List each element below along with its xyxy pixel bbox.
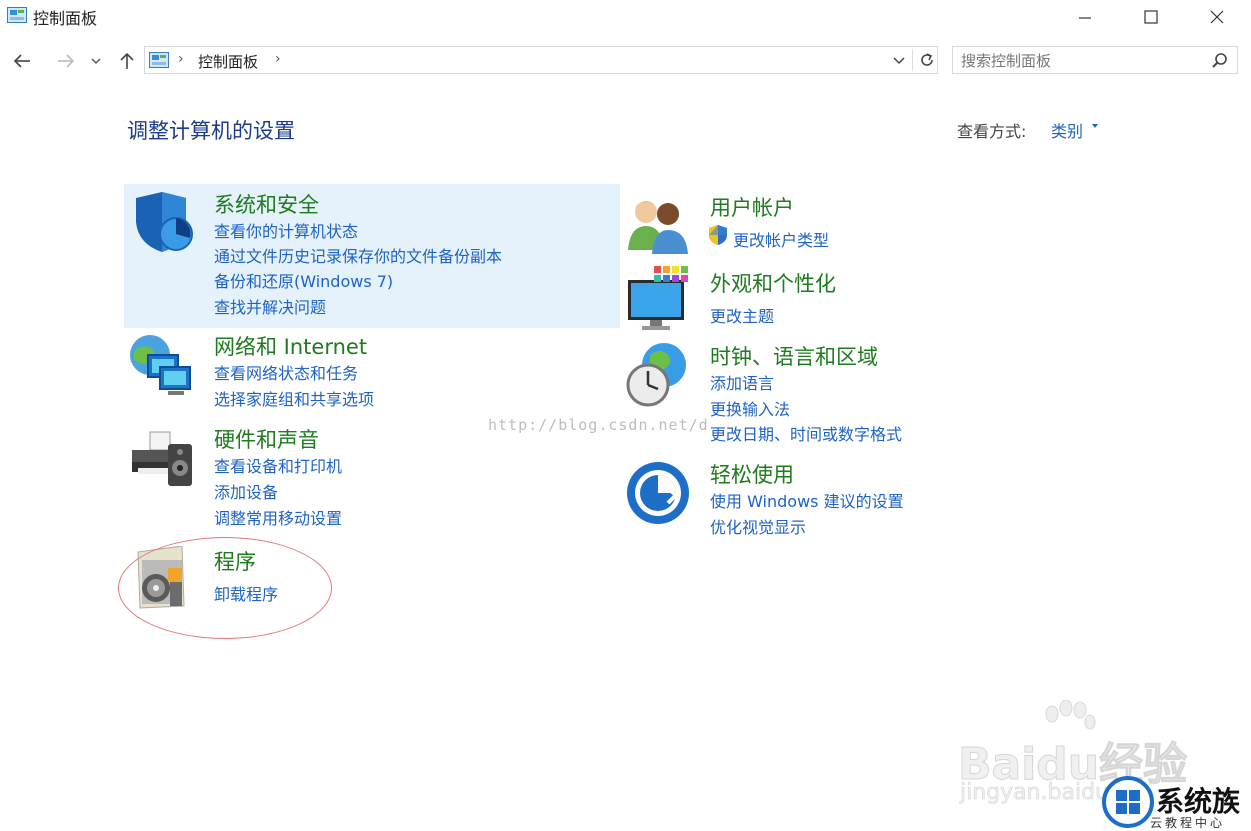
control-panel-icon (149, 52, 169, 68)
category-link[interactable]: 查看网络状态和任务 (214, 360, 358, 384)
category-link[interactable]: 更改帐户类型 (733, 227, 829, 251)
maximize-icon (1144, 10, 1158, 24)
minimize-button[interactable] (1052, 0, 1118, 34)
address-bar[interactable]: › 控制面板 › (144, 46, 938, 74)
category-link[interactable]: 添加语言 (710, 370, 774, 394)
breadcrumb-separator[interactable]: › (178, 51, 184, 67)
back-button[interactable] (10, 50, 34, 72)
category-title[interactable]: 系统和安全 (214, 189, 319, 219)
view-by-label: 查看方式: (957, 122, 1027, 141)
chevron-down-icon[interactable] (893, 56, 905, 65)
category-title[interactable]: 用户帐户 (710, 192, 794, 222)
minimize-icon (1079, 17, 1091, 19)
display-palette-icon[interactable] (624, 266, 692, 334)
category-link[interactable]: 备份和还原(Windows 7) (214, 268, 393, 292)
window-title: 控制面板 (33, 9, 98, 28)
category-link[interactable]: 选择家庭组和共享选项 (214, 386, 374, 410)
category-link[interactable]: 添加设备 (214, 479, 278, 503)
windows-logo-icon (1102, 776, 1154, 828)
users-icon[interactable] (624, 192, 692, 260)
ease-of-access-icon[interactable] (624, 459, 692, 527)
close-icon (1210, 10, 1224, 24)
category-title[interactable]: 硬件和声音 (214, 424, 319, 454)
up-button[interactable] (115, 50, 139, 72)
brand-watermark: 系统族 云教程中心 (1100, 774, 1251, 831)
category-link[interactable]: 查找并解决问题 (214, 294, 326, 318)
search-box[interactable] (952, 46, 1238, 74)
arrow-left-icon (13, 54, 30, 68)
dropdown-arrow-icon[interactable] (1092, 124, 1098, 128)
title-bar: 控制面板 (0, 0, 1251, 34)
search-input[interactable] (959, 50, 1203, 72)
annotation-ellipse (118, 537, 332, 639)
control-panel-icon (7, 7, 27, 23)
chevron-down-icon (91, 58, 101, 64)
category-link[interactable]: 更换输入法 (710, 396, 790, 420)
category-link[interactable]: 使用 Windows 建议的设置 (710, 488, 904, 512)
arrow-right-icon (58, 54, 75, 68)
category-title[interactable]: 时钟、语言和区域 (710, 341, 878, 371)
category-link[interactable]: 更改主题 (710, 303, 774, 327)
refresh-icon[interactable] (918, 51, 936, 69)
category-link[interactable]: 通过文件历史记录保存你的文件备份副本 (214, 243, 502, 267)
search-icon[interactable] (1211, 52, 1228, 69)
watermark-url: http://blog.csdn.net/d (488, 416, 709, 434)
network-globe-icon[interactable] (128, 331, 196, 399)
close-button[interactable] (1184, 0, 1250, 34)
forward-button[interactable] (54, 50, 78, 72)
recent-locations-button[interactable] (86, 50, 106, 72)
category-title[interactable]: 轻松使用 (710, 459, 794, 489)
category-link[interactable]: 优化视觉显示 (710, 514, 806, 538)
clock-globe-icon[interactable] (624, 341, 692, 409)
shield-icon[interactable] (128, 188, 196, 256)
category-title[interactable]: 外观和个性化 (710, 268, 836, 298)
breadcrumb-item[interactable]: 控制面板 (198, 51, 258, 72)
divider (912, 49, 913, 71)
printer-icon[interactable] (128, 424, 196, 492)
arrow-up-icon (120, 52, 134, 69)
category-link[interactable]: 调整常用移动设置 (214, 505, 342, 529)
navigation-bar: › 控制面板 › (0, 44, 1251, 78)
maximize-button[interactable] (1118, 0, 1184, 34)
view-by-dropdown[interactable]: 类别 (1051, 118, 1083, 142)
brand-subtitle: 云教程中心 (1150, 816, 1226, 830)
category-title[interactable]: 网络和 Internet (214, 331, 367, 361)
page-title: 调整计算机的设置 (127, 119, 295, 143)
uac-shield-icon (709, 225, 727, 245)
breadcrumb-separator[interactable]: › (275, 51, 281, 67)
category-link[interactable]: 查看你的计算机状态 (214, 218, 358, 242)
category-link[interactable]: 更改日期、时间或数字格式 (710, 421, 902, 445)
category-link[interactable]: 查看设备和打印机 (214, 453, 342, 477)
baidu-watermark-sub: jingyan.baidu (960, 780, 1110, 806)
